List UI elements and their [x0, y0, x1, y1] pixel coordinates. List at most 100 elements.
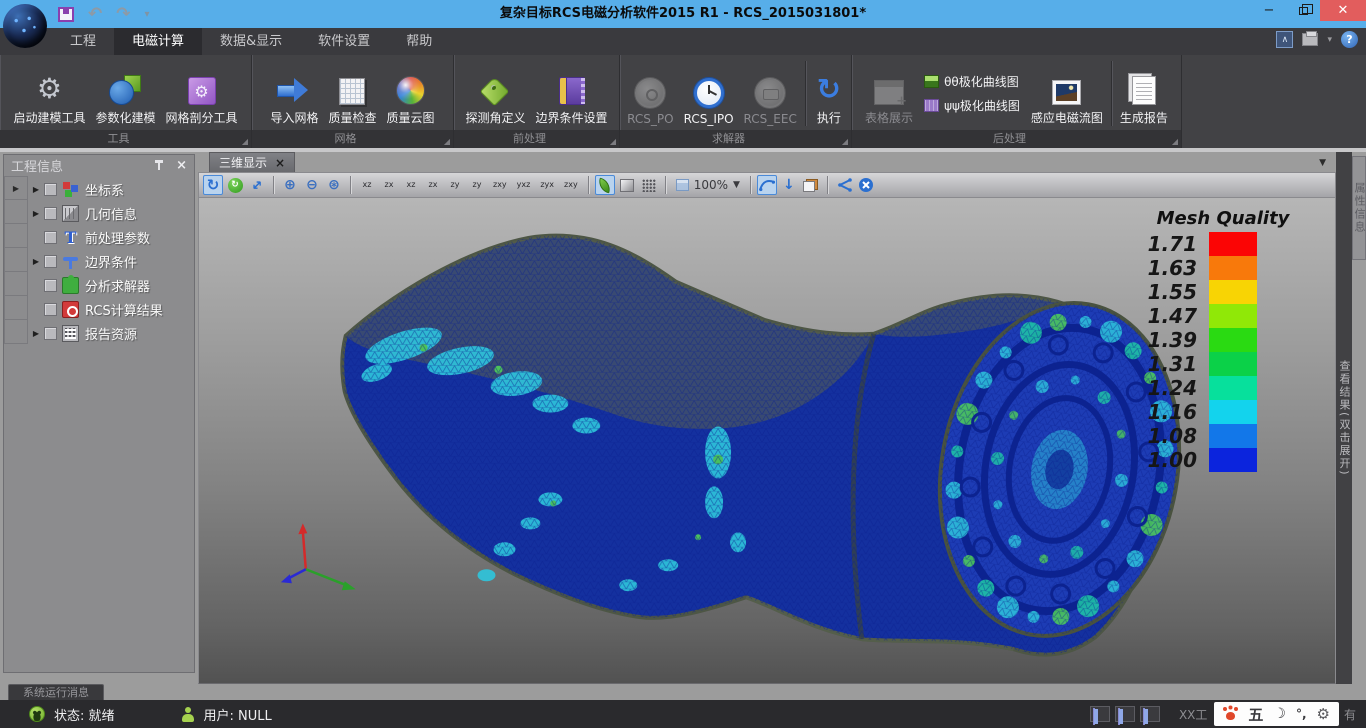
expand-arrow-icon[interactable]: ▶	[28, 257, 44, 266]
expand-arrow-icon[interactable]: ▶	[28, 209, 44, 218]
menu-tab-1[interactable]: 工程	[52, 28, 114, 55]
results-collapsed-bar[interactable]: 查看结果(双击展开)	[1336, 152, 1352, 684]
app-logo[interactable]	[3, 4, 47, 48]
smooth-shading-button[interactable]	[595, 175, 615, 195]
cascade-windows-button[interactable]	[801, 175, 821, 195]
boundary-condition-setup-button[interactable]: 边界条件设置	[531, 57, 613, 130]
shaded-view-button[interactable]	[617, 175, 637, 195]
surface-curve-button[interactable]	[757, 175, 777, 195]
ime-paw-icon[interactable]	[1223, 707, 1238, 721]
orbit-rotate-button[interactable]: ↻	[203, 175, 223, 195]
wireframe-view-button[interactable]	[639, 175, 659, 195]
quick-access-more-icon[interactable]: ▾	[145, 9, 150, 20]
table-display-button[interactable]: 表格展示	[860, 57, 918, 130]
probe-angle-define-button[interactable]: 探测角定义	[460, 57, 530, 130]
group-expand-icon[interactable]: ◢	[1172, 138, 1178, 146]
tree-item-report-resources[interactable]: ▶报告资源	[28, 321, 194, 345]
flow-share-button[interactable]	[834, 175, 854, 195]
tree-item-preprocess-params[interactable]: 前处理参数	[28, 225, 194, 249]
zoom-fit-button[interactable]: ⊛	[324, 175, 344, 195]
ime-settings-gear-icon[interactable]: ⚙	[1317, 705, 1330, 723]
menu-tab-5[interactable]: 帮助	[388, 28, 450, 55]
mesh-partition-tool-button[interactable]: 网格剖分工具	[161, 57, 243, 130]
view-orientation-6-button[interactable]: zy	[467, 175, 487, 195]
view-orientation-10-button[interactable]: zxy	[560, 175, 582, 195]
redo-icon[interactable]: ↷	[116, 6, 130, 23]
minimize-button[interactable]: −	[1252, 0, 1286, 21]
ime-punctuation-mode[interactable]: °,	[1296, 707, 1307, 721]
panel-close-icon[interactable]: ×	[176, 158, 187, 173]
view-orientation-8-button[interactable]: yxz	[513, 175, 535, 195]
tree-item-geometry-info[interactable]: ▶几何信息	[28, 201, 194, 225]
view-orientation-9-button[interactable]: zyx	[536, 175, 558, 195]
layout-toggle-2-button[interactable]	[1115, 706, 1135, 722]
tree-item-boundary-conditions[interactable]: ▶边界条件	[28, 249, 194, 273]
layout-toggle-1-button[interactable]	[1090, 706, 1110, 722]
tree-checkbox[interactable]	[44, 327, 57, 340]
view-orientation-2-button[interactable]: zx	[379, 175, 399, 195]
ime-wubi-mode[interactable]: 五	[1248, 704, 1263, 725]
menu-tab-3[interactable]: 数据&显示	[202, 28, 300, 55]
tree-item-rcs-results[interactable]: RCS计算结果	[28, 297, 194, 321]
group-expand-icon[interactable]: ◢	[610, 138, 616, 146]
zoom-out-button[interactable]: ⊖	[302, 175, 322, 195]
menu-tab-2[interactable]: 电磁计算	[114, 28, 202, 55]
spin-button[interactable]: ↻	[225, 175, 245, 195]
menu-tab-4[interactable]: 软件设置	[300, 28, 388, 55]
close-button[interactable]: ✕	[1320, 0, 1366, 21]
view-orientation-4-button[interactable]: zx	[423, 175, 443, 195]
layout-toggle-3-button[interactable]	[1140, 706, 1160, 722]
tab-3d-display[interactable]: 三维显示 ×	[209, 152, 295, 172]
help-icon[interactable]: ?	[1341, 31, 1358, 48]
pan-button[interactable]: ↔	[247, 175, 267, 195]
tree-checkbox[interactable]	[44, 207, 57, 220]
tab-close-icon[interactable]: ×	[275, 156, 285, 170]
tree-checkbox[interactable]	[44, 303, 57, 316]
tree-gutter-cell	[4, 272, 28, 296]
3d-viewport[interactable]: Mesh Quality 1.711.631.551.471.391.311.2…	[198, 198, 1336, 684]
undo-icon[interactable]: ↶	[88, 6, 102, 23]
zoom-level-select[interactable]: 100% ▼	[672, 175, 744, 195]
save-icon[interactable]	[58, 7, 74, 22]
drop-view-button[interactable]: ↓	[779, 175, 799, 195]
print-menu-caret-icon[interactable]: ▾	[1327, 35, 1332, 45]
induced-em-current-map-button[interactable]: 感应电磁流图	[1026, 57, 1108, 130]
pin-icon[interactable]	[154, 160, 164, 172]
theta-polarization-curve-button[interactable]: θθ极化曲线图	[924, 73, 1020, 90]
quality-check-button[interactable]: 质量检查	[323, 57, 381, 130]
restore-button[interactable]	[1286, 0, 1320, 21]
collapse-ribbon-icon[interactable]: ∧	[1276, 31, 1293, 48]
zoom-in-button[interactable]: ⊕	[280, 175, 300, 195]
group-expand-icon[interactable]: ◢	[842, 138, 848, 146]
group-expand-icon[interactable]: ◢	[444, 138, 450, 146]
start-modeling-tool-button[interactable]: 启动建模工具	[8, 57, 90, 130]
group-expand-icon[interactable]: ◢	[242, 138, 248, 146]
parametric-modeling-button[interactable]: 参数化建模	[90, 57, 160, 130]
rcs-po-button[interactable]: RCS_PO	[622, 57, 678, 130]
generate-report-button[interactable]: 生成报告	[1115, 57, 1173, 130]
expand-arrow-icon[interactable]: ▶	[28, 329, 44, 338]
tree-checkbox[interactable]	[44, 231, 57, 244]
execute-button[interactable]: 执行	[809, 57, 849, 130]
tree-checkbox[interactable]	[44, 183, 57, 196]
view-orientation-7-button[interactable]: zxy	[489, 175, 511, 195]
print-icon[interactable]	[1302, 33, 1318, 46]
rcs-ipo-button[interactable]: RCS_IPO	[679, 57, 739, 130]
quality-cloud-map-button[interactable]: 质量云图	[382, 57, 440, 130]
tree-item-analysis-solver[interactable]: 分析求解器	[28, 273, 194, 297]
rcs-eec-button[interactable]: RCS_EEC	[739, 57, 802, 130]
system-messages-tab[interactable]: 系统运行消息	[8, 684, 104, 700]
tab-list-caret-icon[interactable]: ▼	[1319, 158, 1326, 168]
tree-checkbox[interactable]	[44, 255, 57, 268]
tree-item-coordinate-system[interactable]: ▶坐标系	[28, 177, 194, 201]
view-orientation-1-button[interactable]: xz	[357, 175, 377, 195]
tree-checkbox[interactable]	[44, 279, 57, 292]
properties-panel-tab[interactable]: 属性信息	[1352, 156, 1366, 260]
close-view-button[interactable]	[856, 175, 876, 195]
view-orientation-3-button[interactable]: xz	[401, 175, 421, 195]
import-mesh-button[interactable]: 导入网格	[265, 57, 323, 130]
view-orientation-5-button[interactable]: zy	[445, 175, 465, 195]
ime-moon-icon[interactable]: ☽	[1273, 706, 1286, 722]
expand-arrow-icon[interactable]: ▶	[28, 185, 44, 194]
psi-polarization-curve-button[interactable]: ψψ极化曲线图	[924, 97, 1020, 114]
